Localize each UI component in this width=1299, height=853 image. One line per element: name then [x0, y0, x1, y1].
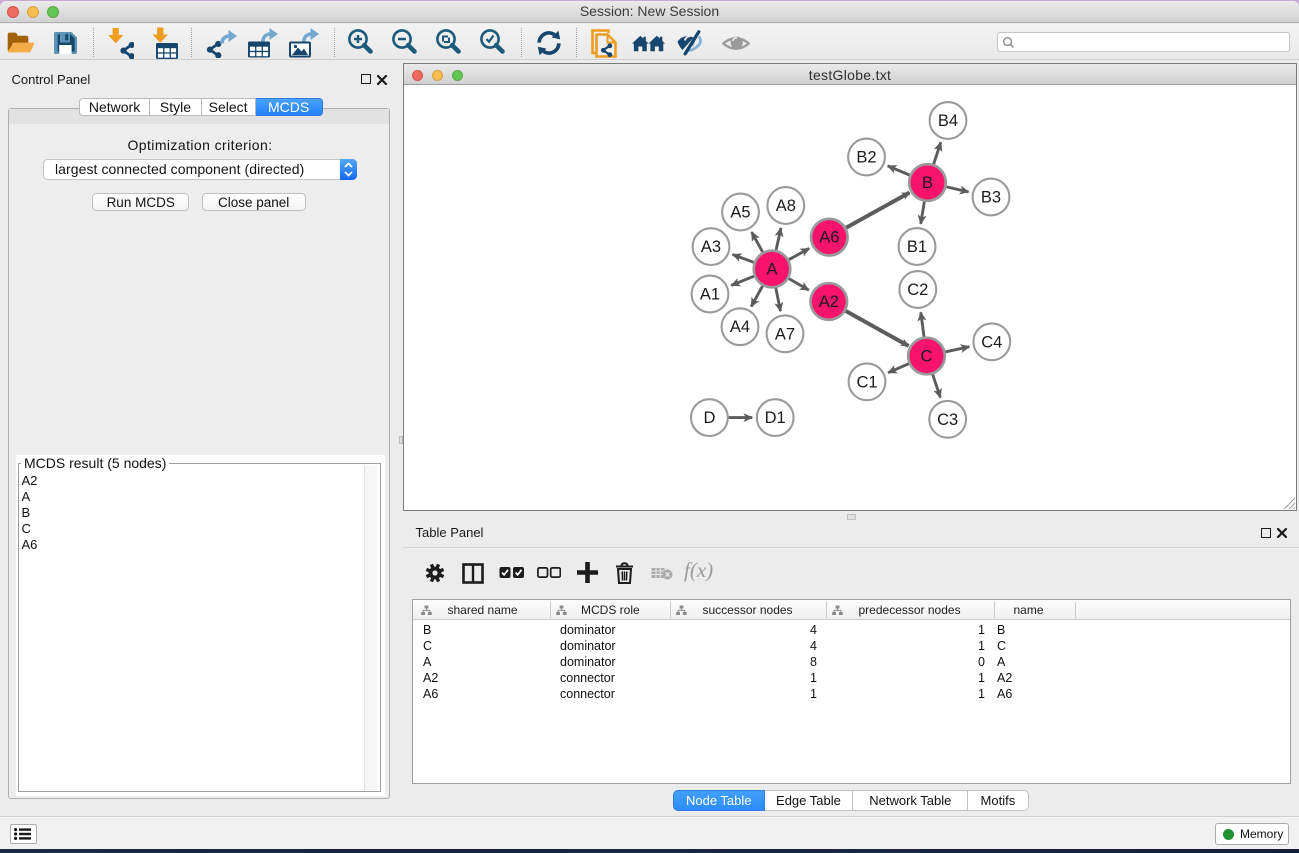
svg-text:A: A [766, 261, 777, 279]
svg-text:C3: C3 [937, 411, 958, 429]
svg-text:C: C [921, 348, 933, 366]
svg-text:A8: A8 [776, 197, 796, 215]
svg-text:B1: B1 [907, 238, 927, 256]
svg-text:D1: D1 [765, 409, 786, 427]
svg-text:B3: B3 [981, 189, 1001, 207]
svg-text:A3: A3 [701, 238, 721, 256]
svg-text:A7: A7 [775, 325, 795, 343]
svg-text:A4: A4 [730, 318, 750, 336]
svg-text:C4: C4 [981, 333, 1002, 351]
svg-text:B: B [922, 174, 933, 192]
svg-text:B4: B4 [938, 112, 958, 130]
svg-text:A2: A2 [819, 293, 839, 311]
svg-text:D: D [703, 409, 715, 427]
svg-text:B2: B2 [856, 149, 876, 167]
svg-text:A1: A1 [700, 286, 720, 304]
svg-text:C1: C1 [856, 373, 877, 391]
svg-text:A6: A6 [819, 229, 839, 247]
svg-text:A5: A5 [730, 204, 750, 222]
svg-text:C2: C2 [907, 281, 928, 299]
